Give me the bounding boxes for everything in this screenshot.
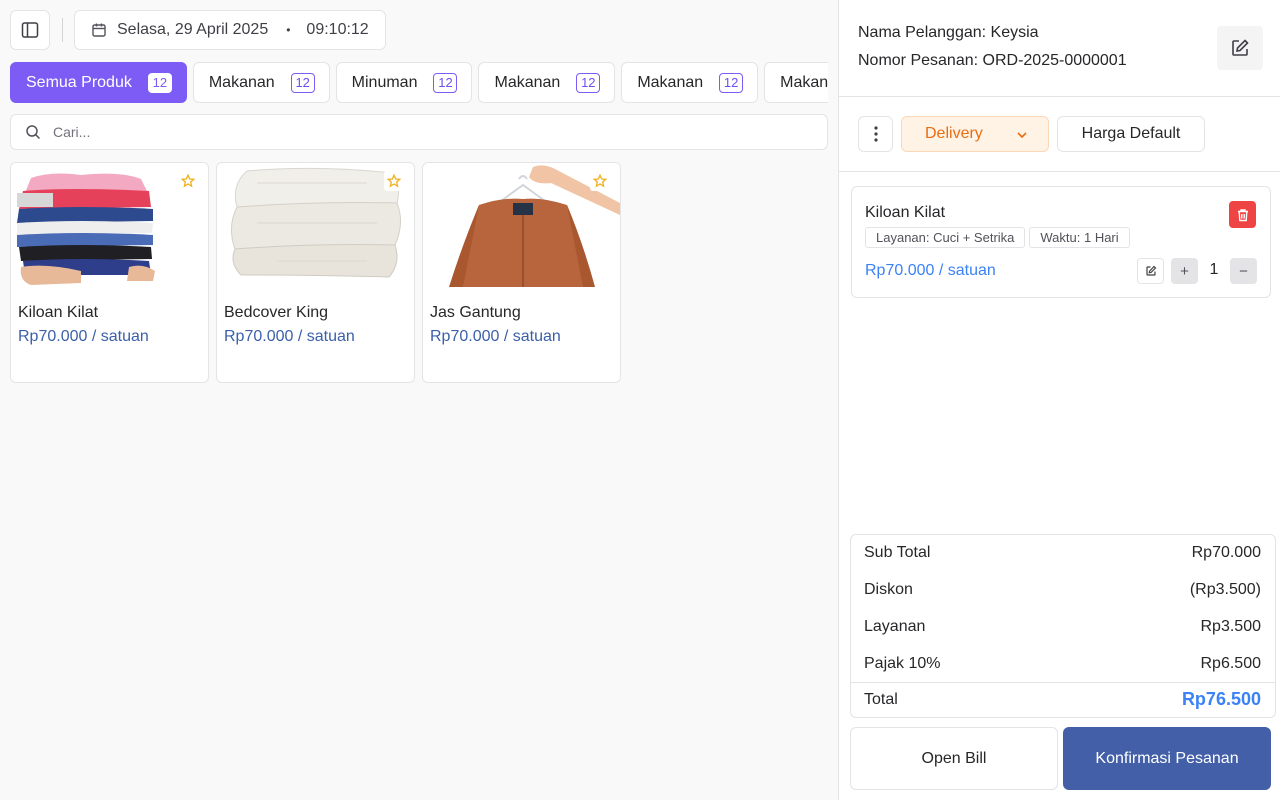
price-mode-button[interactable]: Harga Default — [1057, 116, 1205, 152]
product-image-folded-clothes — [11, 163, 208, 287]
product-panel: Selasa, 29 April 2025 • 09:10:12 Semua P… — [0, 0, 838, 800]
summary-divider — [851, 682, 1275, 683]
cart-item: Kiloan Kilat Layanan: Cuci + Setrika Wak… — [851, 186, 1271, 298]
tab-makanan-2[interactable]: Makanan 12 — [478, 62, 616, 103]
product-card[interactable]: Jas Gantung Rp70.000 / satuan — [422, 162, 621, 383]
summary-label: Layanan — [864, 618, 926, 635]
product-name: Jas Gantung — [430, 304, 521, 321]
summary-row: Layanan Rp3.500 — [864, 618, 1261, 636]
edit-customer-button[interactable] — [1217, 26, 1263, 70]
divider — [62, 18, 63, 42]
date-text: Selasa, 29 April 2025 — [117, 21, 269, 38]
tab-count-badge: 12 — [433, 72, 458, 93]
summary-total-row: Total Rp76.500 — [864, 689, 1261, 710]
summary-value: Rp70.000 — [1191, 544, 1261, 561]
delete-item-button[interactable] — [1229, 201, 1256, 228]
product-price: Rp70.000 / satuan — [430, 328, 561, 345]
product-name: Bedcover King — [224, 304, 329, 321]
order-options: Delivery Harga Default — [839, 97, 1280, 172]
kebab-menu-icon — [873, 126, 878, 142]
product-price: Rp70.000 / satuan — [224, 328, 355, 345]
calendar-icon — [91, 22, 107, 38]
tab-count-badge: 12 — [719, 72, 744, 93]
summary-row: Pajak 10% Rp6.500 — [864, 655, 1261, 673]
tab-makanan-4[interactable]: Makanan 12 — [764, 62, 828, 103]
cart-item-name: Kiloan Kilat — [865, 204, 946, 221]
favorite-star-icon[interactable] — [178, 171, 198, 191]
customer-info: Nama Pelanggan: Keysia Nomor Pesanan: OR… — [839, 0, 1280, 97]
edit-item-button[interactable] — [1137, 258, 1164, 284]
more-options-button[interactable] — [858, 116, 893, 152]
tab-count-badge: 12 — [290, 72, 315, 93]
open-bill-button[interactable]: Open Bill — [850, 727, 1058, 790]
tab-label: Makanan — [780, 73, 828, 91]
summary-label: Pajak 10% — [864, 655, 941, 672]
increase-qty-button[interactable]: + — [1171, 258, 1198, 284]
product-image-jacket-on-hanger — [423, 163, 620, 287]
product-price: Rp70.000 / satuan — [18, 328, 149, 345]
customer-name: Nama Pelanggan: Keysia — [858, 24, 1039, 41]
total-label: Total — [864, 691, 898, 708]
tab-count-badge: 12 — [576, 72, 601, 93]
item-quantity: 1 — [1209, 261, 1219, 278]
chevron-down-icon — [1016, 129, 1028, 141]
favorite-star-icon[interactable] — [384, 171, 404, 191]
duration-tag: Waktu: 1 Hari — [1029, 227, 1130, 248]
trash-icon — [1236, 208, 1250, 222]
summary-value: (Rp3.500) — [1189, 581, 1261, 598]
tab-label: Makanan — [494, 73, 561, 91]
product-card[interactable]: Kiloan Kilat Rp70.000 / satuan — [10, 162, 209, 383]
delivery-label: Delivery — [925, 125, 983, 142]
search-input[interactable] — [53, 124, 753, 140]
order-panel: Nama Pelanggan: Keysia Nomor Pesanan: OR… — [838, 0, 1280, 800]
favorite-star-icon[interactable] — [590, 171, 610, 191]
tab-label: Makanan — [208, 73, 275, 91]
summary-value: Rp3.500 — [1200, 618, 1262, 635]
tab-label: Minuman — [351, 73, 418, 91]
product-name: Kiloan Kilat — [18, 304, 99, 321]
datetime-display: Selasa, 29 April 2025 • 09:10:12 — [74, 10, 386, 50]
summary-value: Rp6.500 — [1200, 655, 1262, 672]
tab-count-badge: 12 — [147, 72, 172, 93]
decrease-qty-button[interactable]: − — [1230, 258, 1257, 284]
time-text: 09:10:12 — [306, 21, 369, 38]
summary-label: Sub Total — [864, 544, 931, 561]
tab-label: Makanan — [637, 73, 704, 91]
order-summary: Sub Total Rp70.000 Diskon (Rp3.500) Laya… — [850, 534, 1276, 718]
order-number: Nomor Pesanan: ORD-2025-0000001 — [858, 52, 1127, 69]
delivery-select[interactable]: Delivery — [901, 116, 1049, 152]
tab-minuman[interactable]: Minuman 12 — [335, 62, 473, 103]
product-image-folded-bedcover — [217, 163, 414, 287]
tab-makanan[interactable]: Makanan 12 — [192, 62, 330, 103]
category-tabs: Semua Produk 12 Makanan 12 Minuman 12 Ma… — [10, 62, 828, 104]
summary-row: Diskon (Rp3.500) — [864, 581, 1261, 599]
tab-semua-produk[interactable]: Semua Produk 12 — [10, 62, 187, 103]
cart-item-tags: Layanan: Cuci + Setrika Waktu: 1 Hari — [865, 227, 1130, 248]
confirm-order-button[interactable]: Konfirmasi Pesanan — [1063, 727, 1271, 790]
service-tag: Layanan: Cuci + Setrika — [865, 227, 1026, 248]
search-bar — [10, 114, 828, 150]
tab-makanan-3[interactable]: Makanan 12 — [621, 62, 759, 103]
summary-row: Sub Total Rp70.000 — [864, 544, 1261, 562]
edit-icon — [1230, 38, 1250, 58]
summary-label: Diskon — [864, 581, 913, 598]
search-icon — [25, 124, 41, 140]
product-grid: Kiloan Kilat Rp70.000 / satuan Bedcover … — [10, 162, 621, 383]
total-value: Rp76.500 — [1181, 689, 1261, 709]
cart-item-price: Rp70.000 / satuan — [865, 262, 996, 279]
tab-label: Semua Produk — [26, 73, 132, 91]
sidebar-icon — [21, 21, 39, 39]
top-bar: Selasa, 29 April 2025 • 09:10:12 — [10, 10, 386, 50]
product-card[interactable]: Bedcover King Rp70.000 / satuan — [216, 162, 415, 383]
date-time-separator: • — [286, 23, 291, 37]
edit-icon — [1145, 265, 1157, 277]
sidebar-toggle-button[interactable] — [10, 10, 50, 50]
